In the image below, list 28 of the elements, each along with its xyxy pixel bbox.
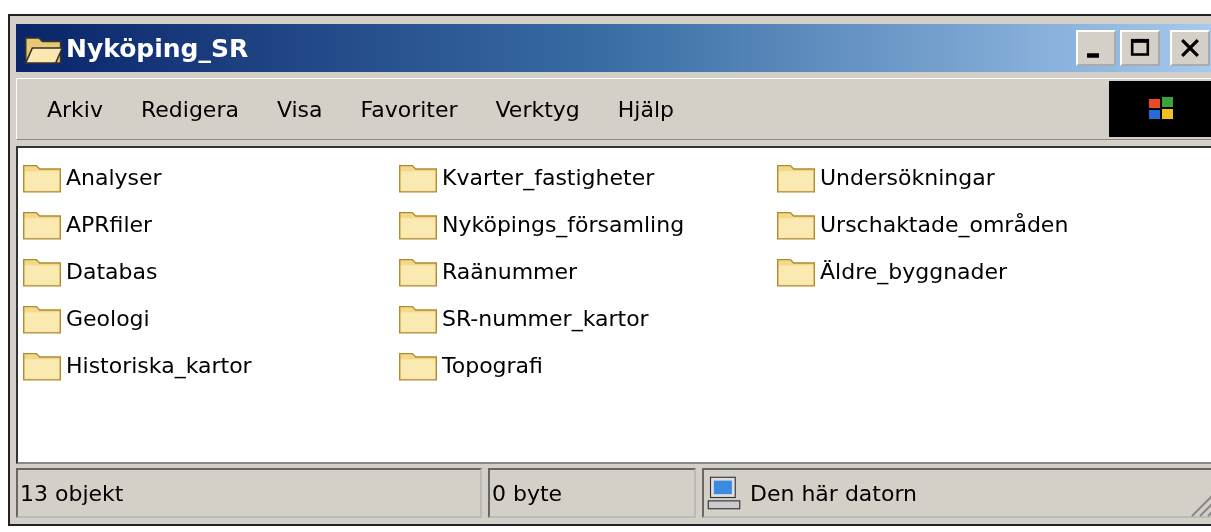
folder-item[interactable]: Databas [22, 254, 394, 288]
menu-item[interactable]: Verktyg [495, 96, 580, 122]
menu-item[interactable]: Hjälp [617, 96, 674, 122]
folder-item[interactable]: Topografi [398, 348, 772, 382]
location-label: Den här datorn [750, 480, 917, 506]
menu-item[interactable]: Arkiv [47, 96, 103, 122]
minimize-button[interactable] [1076, 30, 1116, 66]
close-button[interactable] [1170, 30, 1210, 66]
size-readout: 0 byte [488, 468, 696, 518]
maximize-button[interactable] [1120, 30, 1160, 66]
object-count: 13 objekt [16, 468, 482, 518]
folder-item[interactable]: Analyser [22, 160, 394, 194]
computer-icon [706, 475, 742, 511]
folder-item[interactable]: Raänummer [398, 254, 772, 288]
menu-item[interactable]: Visa [276, 96, 323, 122]
menu-item[interactable]: Favoriter [360, 96, 458, 122]
folder-item[interactable]: APRfiler [22, 207, 394, 241]
folder-item[interactable]: Geologi [22, 301, 394, 335]
minimize-icon [1087, 52, 1099, 58]
folder-item[interactable]: Nyköpings_församling [398, 207, 772, 241]
window-title: Nyköping_SR [66, 33, 249, 63]
menu-item[interactable]: Redigera [140, 96, 239, 122]
folder-item[interactable]: Urschaktade_områden [776, 207, 1069, 241]
folder-item[interactable]: Undersökningar [776, 160, 1069, 194]
folder-item[interactable]: SR-nummer_kartor [398, 301, 772, 335]
folder-item[interactable]: Kvarter_fastigheter [398, 160, 772, 194]
folder-item[interactable]: Äldre_byggnader [776, 254, 1069, 288]
folder-item[interactable]: Historiska_kartor [22, 348, 394, 382]
